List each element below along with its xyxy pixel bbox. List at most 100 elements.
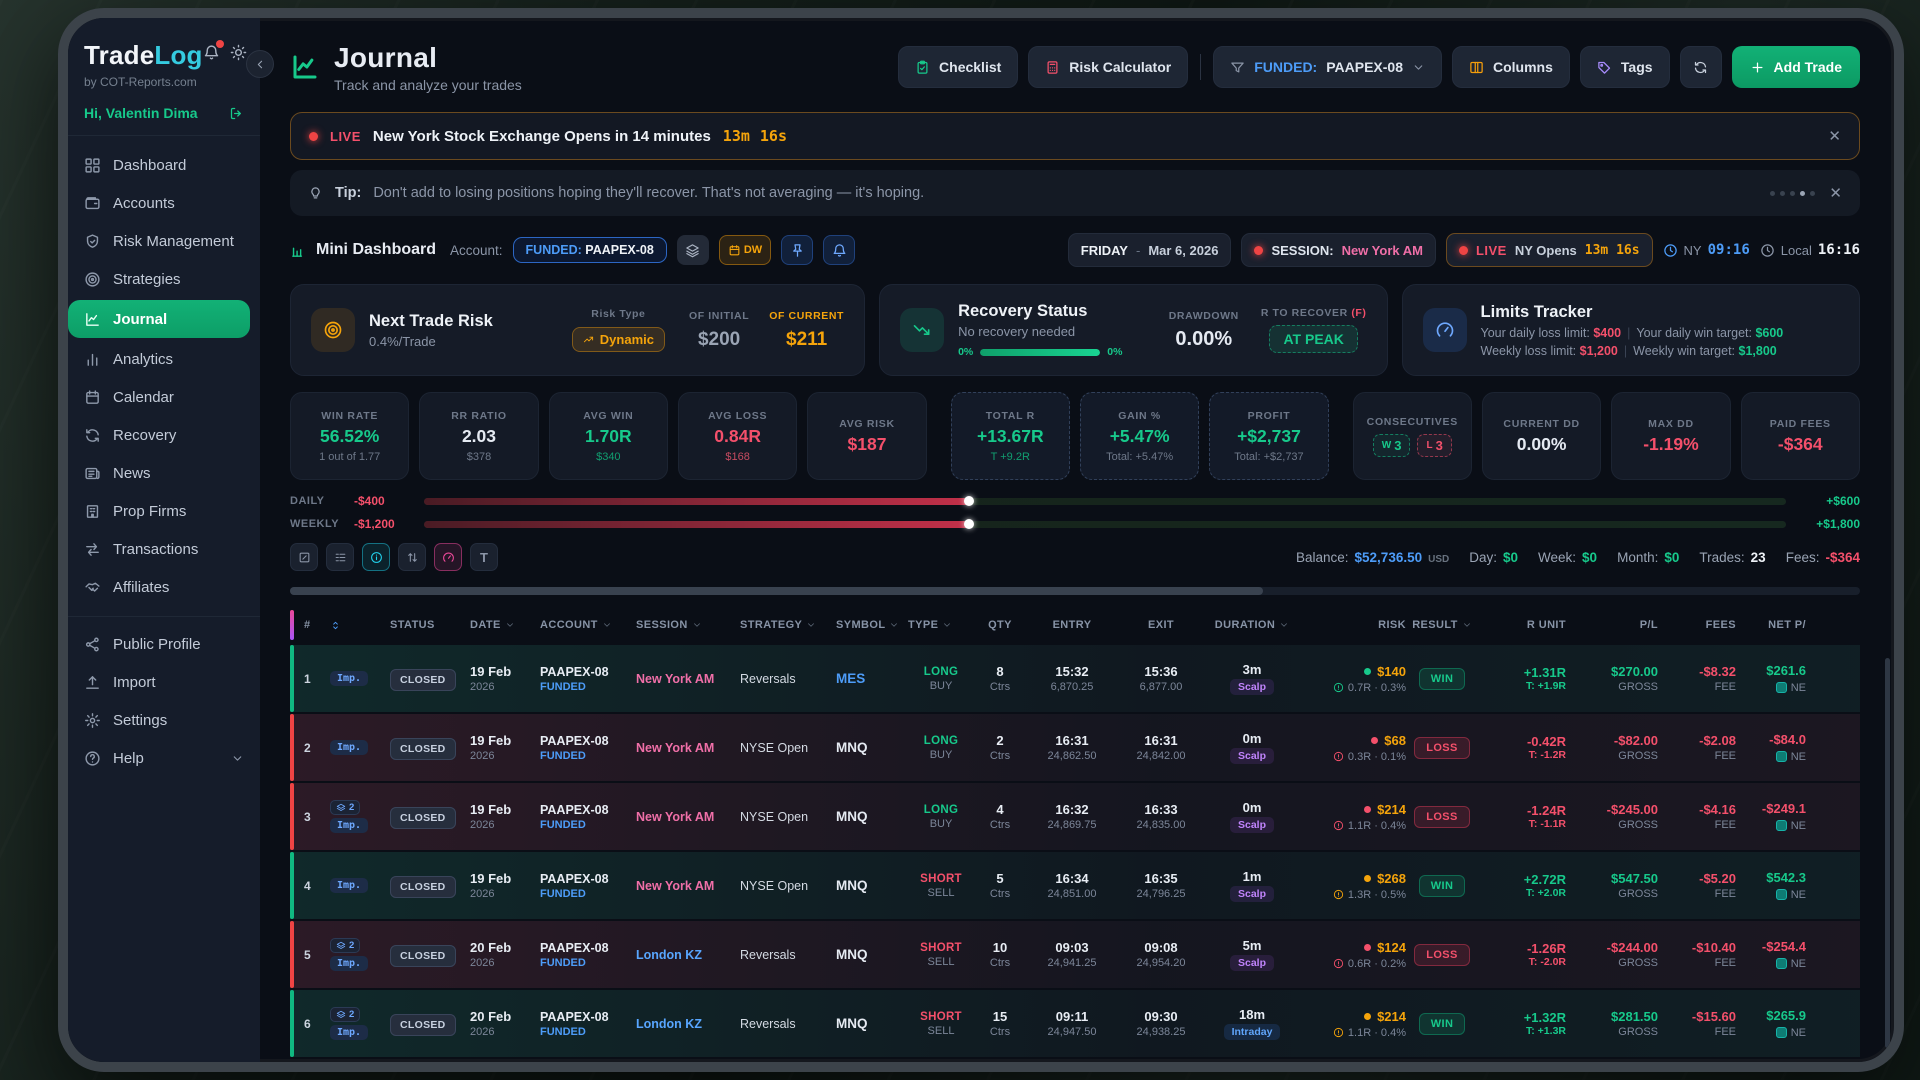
column-status[interactable]: STATUS bbox=[390, 619, 470, 631]
sidebar-item-transactions[interactable]: Transactions bbox=[68, 530, 260, 568]
net-icon bbox=[1776, 751, 1787, 762]
stat-value: -$364 bbox=[1778, 434, 1823, 455]
close-tip-icon[interactable]: ✕ bbox=[1829, 184, 1842, 202]
stat-subvalue: $378 bbox=[467, 451, 491, 463]
tip-text: Don't add to losing positions hoping the… bbox=[373, 185, 924, 201]
table-row[interactable]: 4 Imp. CLOSED 19 Feb2026 PAAPEX-08FUNDED… bbox=[290, 852, 1860, 919]
sidebar-divider bbox=[68, 616, 260, 617]
column-symbol[interactable]: SYMBOL bbox=[836, 619, 908, 631]
sort-button[interactable] bbox=[398, 543, 426, 571]
main-content: Journal Track and analyze your trades Ch… bbox=[260, 18, 1894, 1062]
column-risk[interactable]: RISK bbox=[1300, 619, 1406, 631]
column-date[interactable]: DATE bbox=[470, 619, 540, 631]
column-result[interactable]: RESULT bbox=[1406, 619, 1478, 631]
sidebar-item-calendar[interactable]: Calendar bbox=[68, 378, 260, 416]
column-r-unit[interactable]: R UNIT bbox=[1478, 619, 1566, 631]
table-row[interactable]: 6 2 Imp. CLOSED 20 Feb2026 PAAPEX-08FUND… bbox=[290, 990, 1860, 1057]
column-exit[interactable]: EXIT bbox=[1118, 619, 1204, 631]
sidebar-item-journal[interactable]: Journal bbox=[68, 300, 250, 338]
table-row[interactable]: 3 2 Imp. CLOSED 19 Feb2026 PAAPEX-08FUND… bbox=[290, 783, 1860, 850]
gauge-toggle-button[interactable] bbox=[434, 543, 462, 571]
columns-button[interactable]: Columns bbox=[1452, 46, 1570, 88]
risk-dot-icon bbox=[1371, 737, 1378, 744]
stat-card: CONSECUTIVES W3 L3 bbox=[1353, 392, 1472, 480]
list-view-button[interactable] bbox=[326, 543, 354, 571]
trade-session: New York AM bbox=[636, 879, 714, 893]
fees-value: -$10.40 bbox=[1658, 940, 1736, 955]
column-qty[interactable]: QTY bbox=[974, 619, 1026, 631]
sidebar-item-dashboard[interactable]: Dashboard bbox=[68, 146, 260, 184]
sidebar-item-help[interactable]: Help bbox=[68, 739, 260, 777]
daily-weekly-toggle-button[interactable]: DW bbox=[719, 235, 771, 265]
column-net-pl[interactable]: NET P/ bbox=[1736, 619, 1806, 631]
vertical-scrollbar[interactable] bbox=[1885, 658, 1890, 1048]
trade-direction: LONG bbox=[908, 666, 974, 678]
sidebar-item-affiliates[interactable]: Affiliates bbox=[68, 568, 260, 606]
trade-qty: 5 bbox=[974, 871, 1026, 886]
tip-pagination-dots[interactable] bbox=[1770, 191, 1815, 196]
add-trade-button[interactable]: Add Trade bbox=[1732, 46, 1860, 88]
text-tool-button[interactable]: T bbox=[470, 543, 498, 571]
table-row[interactable]: 1 Imp. CLOSED 19 Feb2026 PAAPEX-08FUNDED… bbox=[290, 645, 1860, 712]
checklist-button[interactable]: Checklist bbox=[898, 46, 1018, 88]
column-entry[interactable]: ENTRY bbox=[1026, 619, 1118, 631]
refresh-button[interactable] bbox=[1680, 46, 1722, 88]
account-label: Account: bbox=[450, 243, 503, 258]
pin-button[interactable] bbox=[781, 235, 813, 265]
stat-value: 0.84R bbox=[714, 426, 761, 447]
layers-toggle-button[interactable] bbox=[677, 235, 709, 265]
net-pl-value: $542.3 bbox=[1736, 870, 1806, 885]
trade-strategy: Reversals bbox=[740, 672, 836, 686]
sidebar-item-accounts[interactable]: Accounts bbox=[68, 184, 260, 222]
target-icon bbox=[311, 308, 355, 352]
column-sort[interactable] bbox=[330, 620, 390, 631]
page-subtitle: Track and analyze your trades bbox=[334, 77, 522, 93]
horizontal-scrollbar-thumb[interactable] bbox=[290, 587, 1263, 595]
fees-value: -$5.20 bbox=[1658, 871, 1736, 886]
notifications-bell-icon[interactable] bbox=[203, 44, 220, 61]
column-pl[interactable]: P/L bbox=[1566, 619, 1658, 631]
trade-date: 19 Feb bbox=[470, 733, 540, 748]
column-type[interactable]: TYPE bbox=[908, 619, 974, 631]
column-account[interactable]: ACCOUNT bbox=[540, 619, 636, 631]
table-row[interactable]: 2 Imp. CLOSED 19 Feb2026 PAAPEX-08FUNDED… bbox=[290, 714, 1860, 781]
column-number[interactable]: # bbox=[304, 619, 330, 631]
sidebar-item-risk-management[interactable]: Risk Management bbox=[68, 222, 260, 260]
table-row[interactable]: 5 2 Imp. CLOSED 20 Feb2026 PAAPEX-08FUND… bbox=[290, 921, 1860, 988]
entry-time: 15:32 bbox=[1026, 664, 1118, 679]
logout-icon[interactable] bbox=[229, 106, 244, 121]
column-strategy[interactable]: STRATEGY bbox=[740, 619, 836, 631]
account-filter-button[interactable]: FUNDED:PAAPEX-08 bbox=[1213, 46, 1442, 88]
sidebar-item-import[interactable]: Import bbox=[68, 663, 260, 701]
sidebar-item-strategies[interactable]: Strategies bbox=[68, 260, 260, 298]
column-fees[interactable]: FEES bbox=[1658, 619, 1736, 631]
trade-account: PAAPEX-08 bbox=[540, 665, 636, 679]
status-badge: CLOSED bbox=[390, 738, 456, 760]
sidebar-item-recovery[interactable]: Recovery bbox=[68, 416, 260, 454]
info-circle-icon bbox=[1333, 682, 1344, 693]
risk-type-badge[interactable]: Dynamic bbox=[572, 327, 665, 352]
share-nodes-icon bbox=[84, 636, 101, 653]
column-duration[interactable]: DURATION bbox=[1204, 619, 1300, 631]
sidebar-item-prop-firms[interactable]: Prop Firms bbox=[68, 492, 260, 530]
account-badge[interactable]: FUNDED: PAAPEX-08 bbox=[513, 237, 667, 263]
column-session[interactable]: SESSION bbox=[636, 619, 740, 631]
sidebar-item-settings[interactable]: Settings bbox=[68, 701, 260, 739]
sidebar-item-public-profile[interactable]: Public Profile bbox=[68, 625, 260, 663]
sidebar-item-analytics[interactable]: Analytics bbox=[68, 340, 260, 378]
theme-toggle-icon[interactable] bbox=[230, 44, 247, 61]
info-toggle-button[interactable] bbox=[362, 543, 390, 571]
close-banner-icon[interactable]: ✕ bbox=[1828, 127, 1841, 145]
tag-icon bbox=[1597, 60, 1612, 75]
alerts-bell-button[interactable] bbox=[823, 235, 855, 265]
transfer-arrows-icon bbox=[84, 541, 101, 558]
daily-limit-bar: DAILY -$400 +$600 bbox=[290, 494, 1860, 508]
trend-down-icon bbox=[900, 308, 944, 352]
sidebar-item-news[interactable]: News bbox=[68, 454, 260, 492]
notification-dot bbox=[216, 40, 224, 48]
risk-calculator-button[interactable]: Risk Calculator bbox=[1028, 46, 1188, 88]
status-badge: CLOSED bbox=[390, 876, 456, 898]
sidebar-collapse-button[interactable] bbox=[246, 50, 274, 78]
tags-button[interactable]: Tags bbox=[1580, 46, 1670, 88]
edit-note-button[interactable] bbox=[290, 543, 318, 571]
